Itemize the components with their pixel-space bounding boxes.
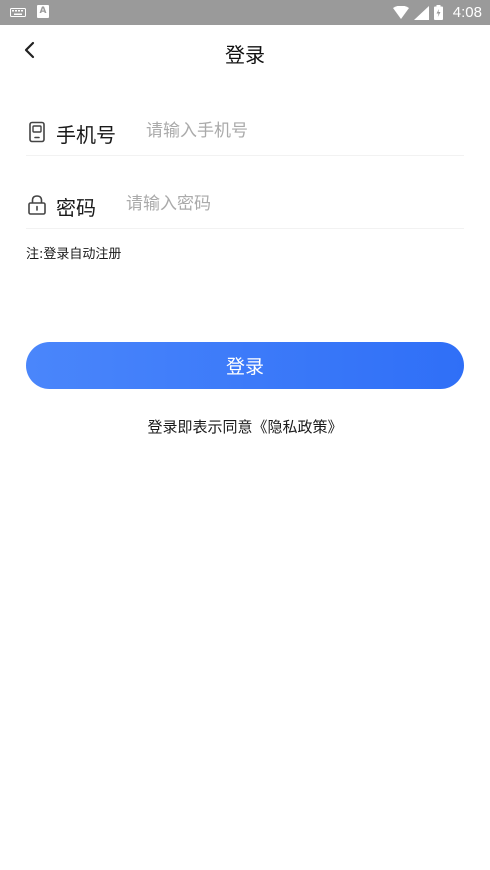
password-label: 密码 — [56, 196, 96, 220]
input-method-icon: A — [37, 5, 49, 18]
status-time: 4:08 — [452, 4, 482, 21]
phone-input[interactable] — [146, 116, 446, 146]
header: 登录 — [0, 25, 490, 77]
signal-icon — [413, 5, 429, 20]
status-bar: A 4:08 — [0, 0, 490, 25]
divider — [26, 228, 464, 229]
phone-row: 手机号 — [26, 112, 464, 156]
page-title: 登录 — [225, 43, 265, 67]
battery-icon — [433, 5, 443, 20]
agreement-text: 登录即表示同意 — [147, 418, 253, 436]
keyboard-icon — [10, 8, 26, 17]
phone-label: 手机号 — [56, 123, 116, 147]
phone-icon — [29, 121, 45, 143]
password-input[interactable] — [126, 189, 426, 219]
password-row: 密码 — [26, 185, 464, 229]
wifi-icon — [392, 5, 409, 19]
register-note: 注:登录自动注册 — [26, 247, 122, 262]
privacy-policy-link[interactable]: 《隐私政策》 — [253, 418, 343, 436]
login-button[interactable]: 登录 — [26, 342, 464, 389]
agreement-line: 登录即表示同意《隐私政策》 — [0, 416, 490, 437]
divider — [26, 155, 464, 156]
lock-icon — [28, 195, 46, 215]
